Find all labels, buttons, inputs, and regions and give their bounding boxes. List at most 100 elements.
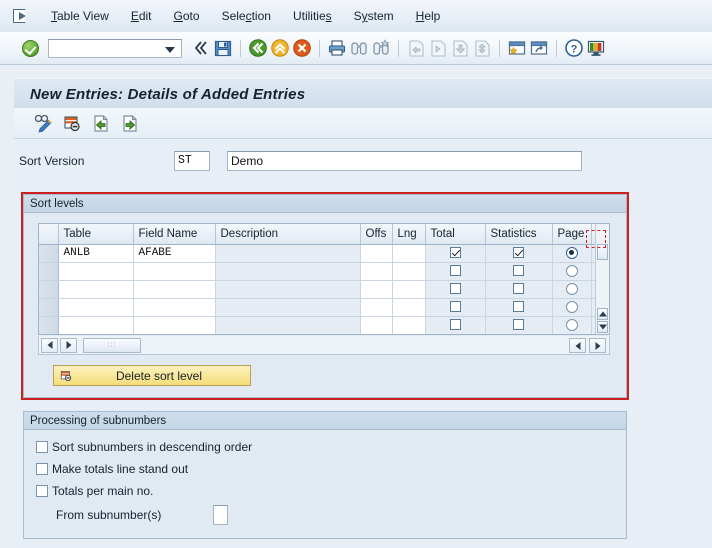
arrow-up-icon[interactable] xyxy=(597,308,608,320)
save-icon[interactable] xyxy=(212,37,234,59)
statistics-checkbox[interactable] xyxy=(513,282,524,294)
totals-per-main-no-checkbox[interactable] xyxy=(36,485,48,497)
menu-item-table-view[interactable]: Table View xyxy=(40,7,120,25)
cell-page[interactable] xyxy=(552,316,592,334)
cancel-icon[interactable] xyxy=(291,37,313,59)
page-radio[interactable] xyxy=(565,264,578,277)
row-selector-cell[interactable] xyxy=(39,280,59,299)
cell-total[interactable] xyxy=(425,298,486,317)
total-checkbox[interactable] xyxy=(449,264,461,276)
green-check-enter-icon[interactable] xyxy=(22,39,39,57)
cell-offs[interactable] xyxy=(360,262,393,281)
cell-lng[interactable] xyxy=(392,298,426,317)
menu-item-help[interactable]: Help xyxy=(405,7,452,25)
next-page-icon[interactable] xyxy=(449,37,471,59)
column-offs[interactable]: Offs xyxy=(360,224,393,245)
arrow-left-icon[interactable] xyxy=(569,338,586,353)
page-radio[interactable] xyxy=(565,300,578,313)
cell-lng[interactable] xyxy=(392,280,426,299)
total-checkbox[interactable] xyxy=(449,318,461,330)
window-menu-icon[interactable] xyxy=(12,8,30,24)
command-field[interactable] xyxy=(48,38,182,58)
page-radio[interactable] xyxy=(565,318,578,331)
table-row[interactable] xyxy=(39,280,609,299)
arrow-down-icon[interactable] xyxy=(597,321,608,333)
menu-item-system[interactable]: System xyxy=(343,7,405,25)
cell-total[interactable] xyxy=(425,316,486,334)
page-radio[interactable] xyxy=(565,246,578,259)
row-selector-cell[interactable] xyxy=(39,316,59,334)
make-totals-line-stand-out-checkbox[interactable] xyxy=(36,463,48,475)
total-checkbox[interactable] xyxy=(449,282,461,294)
display-change-icon[interactable] xyxy=(32,112,54,134)
column-row-selector[interactable] xyxy=(39,224,59,245)
cell-statistics[interactable] xyxy=(485,244,553,263)
arrow-left-icon[interactable] xyxy=(41,337,58,353)
from-subnumber-input[interactable] xyxy=(213,505,229,525)
help-icon[interactable]: ? xyxy=(563,37,585,59)
arrow-right-icon[interactable] xyxy=(589,338,606,353)
column-lng[interactable]: Lng xyxy=(392,224,426,245)
cell-total[interactable] xyxy=(425,262,486,281)
chevron-down-icon[interactable] xyxy=(165,46,175,53)
column-statistics[interactable]: Statistics xyxy=(485,224,553,245)
cell-statistics[interactable] xyxy=(485,298,553,317)
statistics-checkbox[interactable] xyxy=(513,318,524,330)
cell-table[interactable] xyxy=(58,298,134,317)
cell-lng[interactable] xyxy=(392,316,426,334)
page-radio[interactable] xyxy=(565,282,578,295)
cell-offs[interactable] xyxy=(360,280,393,299)
customize-local-layout-icon[interactable] xyxy=(585,37,607,59)
table-row-pager[interactable] xyxy=(566,338,606,353)
create-session-icon[interactable] xyxy=(506,37,528,59)
cell-total[interactable] xyxy=(425,280,486,299)
cell-statistics[interactable] xyxy=(485,262,553,281)
column-page[interactable]: Page xyxy=(552,224,592,245)
create-shortcut-icon[interactable] xyxy=(528,37,550,59)
statistics-checkbox[interactable] xyxy=(513,300,524,312)
cell-page[interactable] xyxy=(552,298,592,317)
column-total[interactable]: Total xyxy=(425,224,486,245)
sort-subnumbers-descending-row[interactable]: Sort subnumbers in descending order xyxy=(36,440,252,454)
row-selector-cell[interactable] xyxy=(39,298,59,317)
cell-field-name[interactable] xyxy=(133,280,216,299)
previous-entry-icon[interactable] xyxy=(90,112,112,134)
cell-field-name[interactable] xyxy=(133,298,216,317)
menu-item-utilities[interactable]: Utilities xyxy=(282,7,343,25)
cell-offs[interactable] xyxy=(360,298,393,317)
arrow-right-icon[interactable] xyxy=(60,337,77,353)
cell-field-name[interactable]: AFABE xyxy=(133,244,216,263)
row-selector-cell[interactable] xyxy=(39,244,59,263)
cell-field-name[interactable] xyxy=(133,316,216,334)
column-description[interactable]: Description xyxy=(215,224,361,245)
menu-item-selection[interactable]: Selection xyxy=(211,7,282,25)
total-checkbox[interactable] xyxy=(449,246,461,258)
cell-offs[interactable] xyxy=(360,316,393,334)
row-selector-cell[interactable] xyxy=(39,262,59,281)
cell-lng[interactable] xyxy=(392,262,426,281)
cell-statistics[interactable] xyxy=(485,280,553,299)
table-vertical-scrollbar[interactable] xyxy=(595,224,609,334)
column-field-name[interactable]: Field Name xyxy=(133,224,216,245)
find-next-icon[interactable] xyxy=(370,37,392,59)
table-row[interactable] xyxy=(39,298,609,317)
delete-sort-level-button[interactable]: Delete sort level xyxy=(53,365,251,386)
cell-table[interactable] xyxy=(58,316,134,334)
delete-entry-icon[interactable] xyxy=(61,112,83,134)
table-row[interactable] xyxy=(39,262,609,281)
cell-lng[interactable] xyxy=(392,244,426,263)
table-horizontal-scrollbar[interactable]: ::: xyxy=(38,336,610,355)
next-entry-icon[interactable] xyxy=(119,112,141,134)
exit-icon[interactable] xyxy=(269,37,291,59)
print-icon[interactable] xyxy=(326,37,348,59)
sort-version-description-input[interactable]: Demo xyxy=(227,151,582,171)
statistics-checkbox[interactable] xyxy=(513,246,524,258)
cell-page[interactable] xyxy=(552,262,592,281)
menu-item-edit[interactable]: Edit xyxy=(120,7,163,25)
total-checkbox[interactable] xyxy=(449,300,461,312)
cell-field-name[interactable] xyxy=(133,262,216,281)
cell-table[interactable]: ANLB xyxy=(58,244,134,263)
cell-table[interactable] xyxy=(58,280,134,299)
menu-item-goto[interactable]: Goto xyxy=(163,7,211,25)
table-row[interactable]: ANLB AFABE xyxy=(39,244,609,263)
